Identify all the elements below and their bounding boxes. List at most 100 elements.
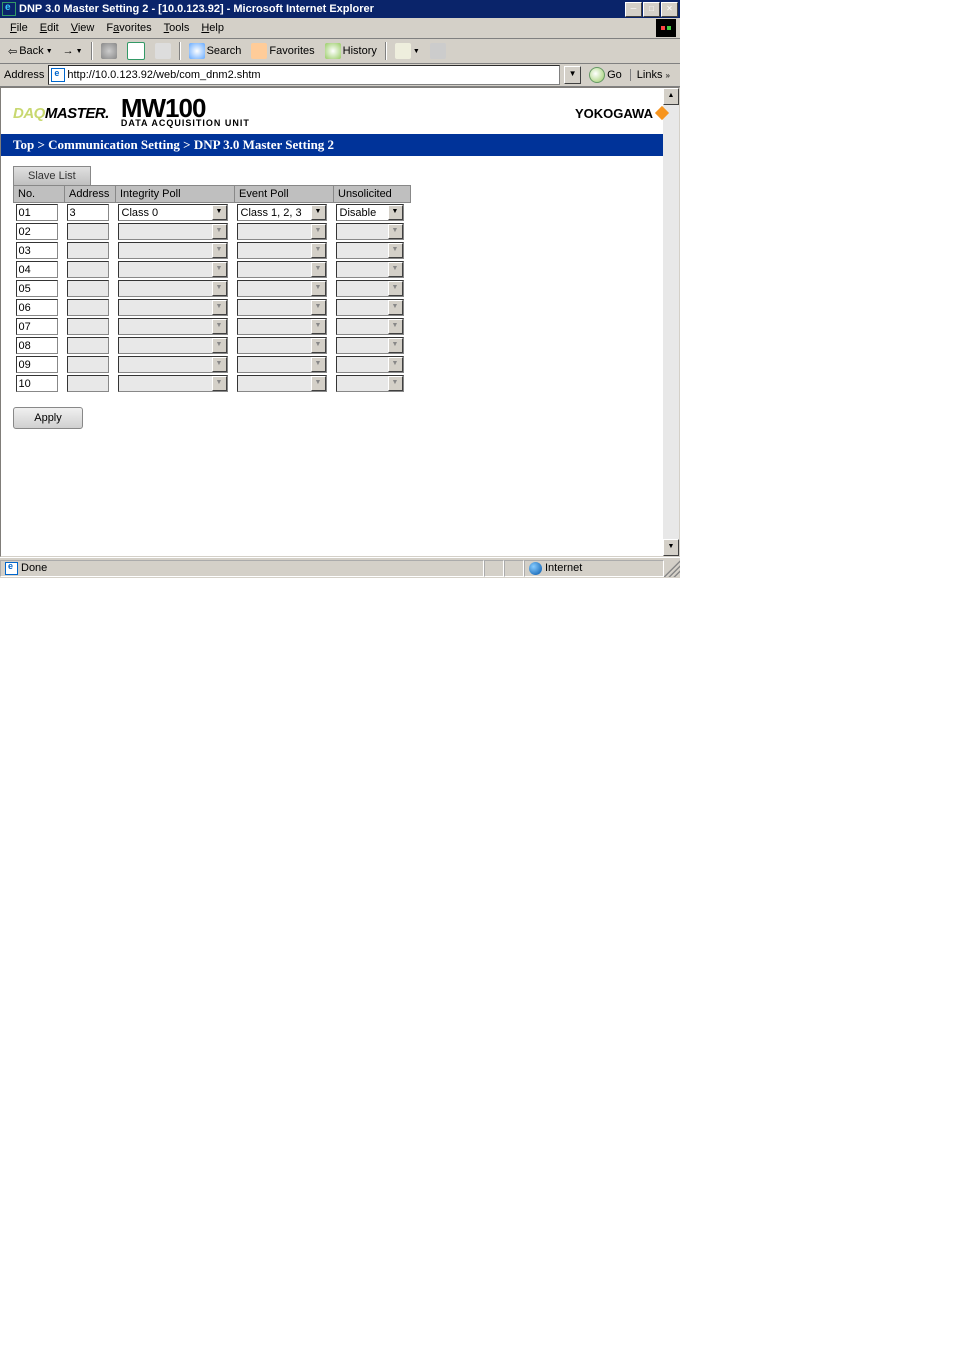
unsolicited-select: ▼ bbox=[336, 318, 404, 335]
refresh-button[interactable] bbox=[123, 40, 149, 62]
links-button[interactable]: Links » bbox=[630, 69, 676, 81]
menu-help[interactable]: Help bbox=[195, 20, 230, 36]
home-button[interactable] bbox=[151, 41, 175, 61]
print-button[interactable] bbox=[426, 41, 450, 61]
menu-file[interactable]: File bbox=[4, 20, 34, 36]
favorites-button[interactable]: Favorites bbox=[247, 41, 318, 61]
menu-tools[interactable]: Tools bbox=[158, 20, 196, 36]
back-button[interactable]: ⇦ Back ▼ bbox=[4, 43, 57, 60]
integrity-select: ▼ bbox=[118, 280, 228, 297]
menu-view[interactable]: View bbox=[65, 20, 101, 36]
address-input bbox=[67, 223, 109, 240]
scroll-up-button[interactable]: ▲ bbox=[663, 88, 679, 105]
vertical-scrollbar[interactable]: ▲ ▼ bbox=[663, 88, 679, 556]
search-button[interactable]: Search bbox=[185, 41, 246, 61]
tab-slave-list[interactable]: Slave List bbox=[13, 166, 91, 185]
chevron-down-icon: ▼ bbox=[311, 357, 326, 372]
go-button[interactable]: Go bbox=[585, 67, 626, 83]
no-input: 10 bbox=[16, 375, 58, 392]
menu-bar: File Edit View Favorites Tools Help bbox=[0, 18, 680, 39]
no-input: 09 bbox=[16, 356, 58, 373]
event-select: ▼ bbox=[237, 242, 327, 259]
stop-button[interactable] bbox=[97, 41, 121, 61]
integrity-select: ▼ bbox=[118, 318, 228, 335]
address-bar: Address http://10.0.123.92/web/com_dnm2.… bbox=[0, 64, 680, 87]
chevron-down-icon: ▼ bbox=[311, 338, 326, 353]
status-zone-pane: Internet bbox=[524, 560, 664, 577]
table-row: 07▼▼▼ bbox=[14, 317, 411, 336]
menu-edit[interactable]: Edit bbox=[34, 20, 65, 36]
chevron-down-icon: ▼ bbox=[388, 338, 403, 353]
address-url: http://10.0.123.92/web/com_dnm2.shtm bbox=[67, 69, 260, 81]
unsolicited-select: ▼ bbox=[336, 280, 404, 297]
unsolicited-select[interactable]: Disable▼ bbox=[336, 204, 404, 221]
daqmaster-logo: DAQMASTER. bbox=[13, 105, 109, 122]
mail-icon bbox=[395, 43, 411, 59]
breadcrumb: Top > Communication Setting > DNP 3.0 Ma… bbox=[1, 134, 679, 156]
event-select: ▼ bbox=[237, 318, 327, 335]
minimize-button[interactable]: ─ bbox=[625, 2, 642, 17]
globe-icon bbox=[529, 562, 542, 575]
apply-button[interactable]: Apply bbox=[13, 407, 83, 429]
address-input bbox=[67, 261, 109, 278]
address-input[interactable]: 3 bbox=[67, 204, 109, 221]
event-select: ▼ bbox=[237, 375, 327, 392]
resize-grip[interactable] bbox=[664, 560, 680, 577]
ie-icon bbox=[2, 2, 16, 16]
address-input bbox=[67, 356, 109, 373]
chevron-down-icon: ▼ bbox=[413, 48, 420, 55]
history-button[interactable]: History bbox=[321, 41, 381, 61]
close-button[interactable]: ✕ bbox=[661, 2, 678, 17]
yokogawa-text: YOKOGAWA bbox=[575, 106, 653, 121]
status-zone-label: Internet bbox=[545, 562, 582, 574]
chevron-down-icon: ▼ bbox=[212, 357, 227, 372]
mail-button[interactable]: ▼ bbox=[391, 41, 424, 61]
chevron-down-icon: ▼ bbox=[212, 376, 227, 391]
address-input bbox=[67, 375, 109, 392]
header-address: Address bbox=[65, 186, 116, 203]
no-input: 06 bbox=[16, 299, 58, 316]
event-select: ▼ bbox=[237, 223, 327, 240]
status-bar: Done Internet bbox=[0, 557, 680, 578]
address-dropdown[interactable]: ▼ bbox=[564, 66, 581, 84]
history-icon bbox=[325, 43, 341, 59]
table-row: 04▼▼▼ bbox=[14, 260, 411, 279]
address-input[interactable]: http://10.0.123.92/web/com_dnm2.shtm bbox=[48, 65, 560, 85]
links-label: Links bbox=[637, 69, 663, 81]
scroll-down-button[interactable]: ▼ bbox=[663, 539, 679, 556]
table-row: 05▼▼▼ bbox=[14, 279, 411, 298]
unsolicited-select: ▼ bbox=[336, 223, 404, 240]
go-label: Go bbox=[607, 69, 622, 81]
chevron-down-icon: ▼ bbox=[388, 357, 403, 372]
no-input: 03 bbox=[16, 242, 58, 259]
scroll-track[interactable] bbox=[663, 105, 679, 539]
event-select[interactable]: Class 1, 2, 3▼ bbox=[237, 204, 327, 221]
no-input[interactable]: 01 bbox=[16, 204, 58, 221]
chevron-down-icon: ▼ bbox=[311, 281, 326, 296]
integrity-select[interactable]: Class 0▼ bbox=[118, 204, 228, 221]
header-no: No. bbox=[14, 186, 65, 203]
ie-throbber-icon bbox=[656, 19, 676, 37]
separator bbox=[385, 42, 387, 60]
integrity-select: ▼ bbox=[118, 242, 228, 259]
back-label: Back bbox=[19, 45, 43, 57]
forward-button[interactable]: → ▼ bbox=[59, 43, 87, 59]
chevron-down-icon: ▼ bbox=[388, 300, 403, 315]
integrity-select: ▼ bbox=[118, 299, 228, 316]
chevron-down-icon: ▼ bbox=[212, 205, 227, 220]
table-row: 06 ▼ ▼ ▼ bbox=[14, 298, 411, 317]
table-row: 02▼▼▼ bbox=[14, 222, 411, 241]
menu-favorites[interactable]: Favorites bbox=[100, 20, 157, 36]
header-logo-row: DAQMASTER. MW100 DATA ACQUISITION UNIT Y… bbox=[13, 92, 667, 134]
event-select: ▼ bbox=[237, 299, 327, 316]
mw100-text: MW100 bbox=[121, 98, 250, 118]
chevron-down-icon: ▼ bbox=[311, 205, 326, 220]
maximize-button[interactable]: □ bbox=[643, 2, 660, 17]
chevron-down-icon: ▼ bbox=[76, 48, 83, 55]
chevron-down-icon: ▼ bbox=[212, 281, 227, 296]
unsolicited-select: ▼ bbox=[336, 261, 404, 278]
integrity-select: ▼ bbox=[118, 337, 228, 354]
stop-icon bbox=[101, 43, 117, 59]
address-label: Address bbox=[4, 69, 44, 81]
chevron-down-icon: ▼ bbox=[388, 376, 403, 391]
